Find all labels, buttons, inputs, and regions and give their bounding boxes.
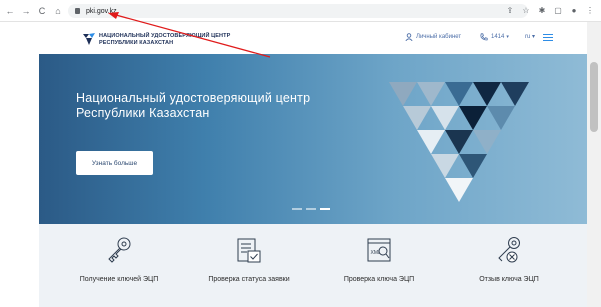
- logo-line-1: НАЦИОНАЛЬНЫЙ УДОСТОВЕРЯЮЩИЙ ЦЕНТР: [99, 33, 231, 39]
- cabinet-label: Личный кабинет: [416, 34, 462, 40]
- url-text: pki.gov.kz: [86, 7, 117, 15]
- browser-toolbar: ← → C ⌂ pki.gov.kz ⇪ ☆ ✱ ▢ ● ⋮: [0, 0, 601, 22]
- forward-icon[interactable]: →: [20, 5, 32, 17]
- slider-dot[interactable]: [306, 208, 316, 210]
- phone-number: 1414: [491, 34, 505, 40]
- key-icon: [108, 237, 131, 263]
- share-icon[interactable]: ⇪: [505, 4, 515, 16]
- menu-icon[interactable]: [543, 34, 553, 41]
- address-bar[interactable]: pki.gov.kz: [68, 4, 528, 18]
- language-select[interactable]: ru ▾: [525, 33, 535, 40]
- home-icon[interactable]: ⌂: [52, 5, 64, 17]
- service-check-status[interactable]: Проверка статуса заявки: [194, 236, 304, 283]
- scrollbar-thumb[interactable]: [590, 62, 598, 132]
- certificate-search-icon: XML: [367, 238, 391, 262]
- more-menu-icon[interactable]: ⋮: [585, 4, 595, 16]
- sidebar-icon[interactable]: ▢: [553, 4, 563, 16]
- slider-dot[interactable]: [292, 208, 302, 210]
- phone-link[interactable]: 1414 ▾: [480, 33, 509, 41]
- services-section: Получение ключей ЭЦП Проверка статуса за…: [39, 224, 587, 307]
- user-icon: [405, 33, 413, 41]
- document-check-icon: [237, 238, 261, 263]
- extensions-icon[interactable]: ✱: [537, 4, 547, 16]
- logo-text[interactable]: НАЦИОНАЛЬНЫЙ УДОСТОВЕРЯЮЩИЙ ЦЕНТР РЕСПУБ…: [99, 33, 230, 46]
- learn-more-button[interactable]: Узнать больше: [76, 151, 153, 175]
- slider-dot-active[interactable]: [320, 208, 330, 210]
- reload-icon[interactable]: C: [36, 5, 48, 17]
- phone-icon: [480, 33, 488, 41]
- service-label: Проверка ключа ЭЦП: [343, 276, 415, 283]
- revoke-key-icon: [498, 237, 520, 263]
- bookmark-star-icon[interactable]: ☆: [521, 4, 531, 16]
- site-header: НАЦИОНАЛЬНЫЙ УДОСТОВЕРЯЮЩИЙ ЦЕНТР РЕСПУБ…: [39, 22, 587, 54]
- nuc-logo-icon[interactable]: [83, 33, 95, 45]
- hero-title: Национальный удостоверяющий центр Респуб…: [76, 91, 311, 120]
- logo-line-2: РЕСПУБЛИКИ КАЗАХСТАН: [99, 39, 174, 46]
- personal-cabinet-link[interactable]: Личный кабинет: [405, 33, 461, 41]
- profile-icon[interactable]: ●: [569, 4, 579, 16]
- slider-dots: [292, 208, 330, 210]
- hero-banner: Национальный удостоверяющий центр Респуб…: [39, 54, 587, 224]
- hero-triangle-logo: [389, 82, 529, 202]
- service-verify-key[interactable]: XML Проверка ключа ЭЦП: [324, 236, 434, 283]
- back-icon[interactable]: ←: [4, 5, 16, 17]
- scrollbar[interactable]: [587, 22, 601, 307]
- service-get-keys[interactable]: Получение ключей ЭЦП: [64, 236, 174, 283]
- phone-caret: ▾: [506, 34, 509, 40]
- service-label: Проверка статуса заявки: [208, 276, 290, 283]
- service-label: Получение ключей ЭЦП: [79, 276, 159, 283]
- browser-actions: ⇪ ☆ ✱ ▢ ● ⋮: [505, 4, 595, 16]
- service-label: Отзыв ключа ЭЦП: [479, 276, 539, 283]
- service-revoke-key[interactable]: Отзыв ключа ЭЦП: [454, 236, 564, 283]
- lock-icon: [75, 8, 80, 14]
